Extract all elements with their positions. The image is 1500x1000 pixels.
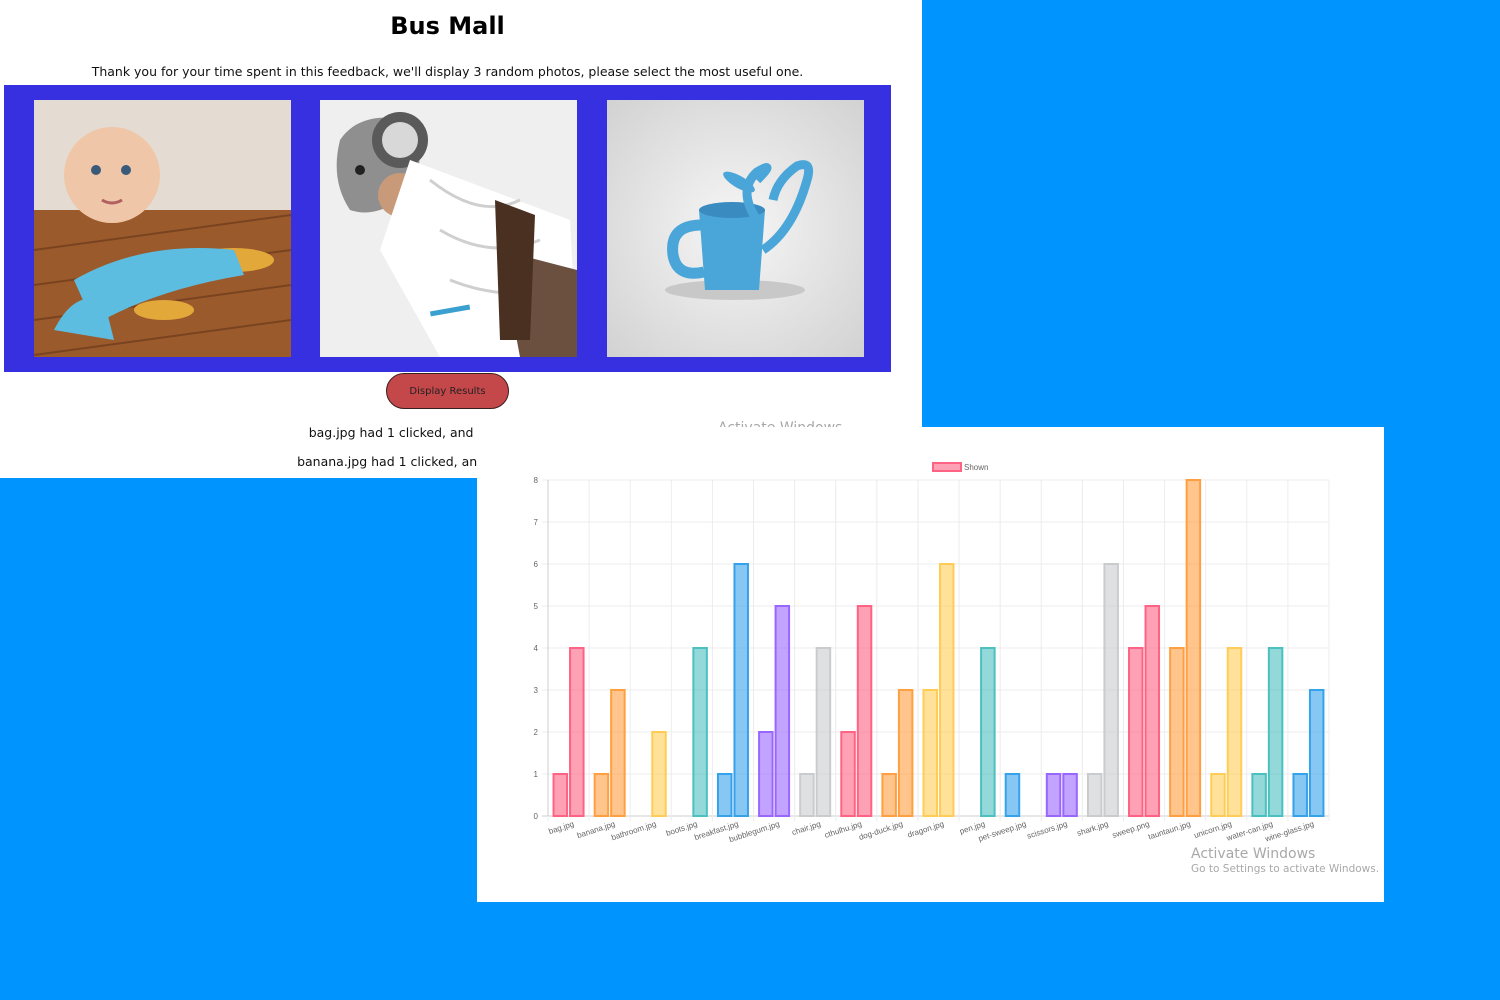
bar-shown — [856, 605, 873, 817]
bar-shown — [733, 563, 749, 817]
bar-clicked — [1045, 773, 1062, 817]
instructions-text: Thank you for your time spent in this fe… — [91, 64, 804, 79]
bar-shown — [569, 647, 585, 817]
bar-shown — [774, 605, 791, 817]
y-tick-label: 7 — [534, 518, 539, 527]
product-photo-middle — [320, 100, 577, 357]
x-tick-label: dog-duck.jpg — [858, 819, 904, 842]
x-tick-label: sweep.png — [1111, 819, 1151, 840]
bar-clicked — [840, 731, 856, 817]
bar-clicked — [1004, 773, 1021, 817]
bar-shown — [939, 563, 955, 817]
bar-clicked — [1210, 773, 1226, 817]
bar-shown — [1185, 479, 1202, 817]
x-tick-label: chair.jpg — [791, 819, 822, 837]
bar-clicked — [881, 773, 897, 817]
y-tick-label: 2 — [534, 728, 539, 737]
x-tick-label: cthulhu.jpg — [823, 819, 863, 840]
bar-shown — [1062, 773, 1078, 817]
bar-shown — [1103, 563, 1119, 817]
bar-shown — [651, 731, 667, 817]
display-results-button[interactable]: Display Results — [386, 373, 509, 409]
x-tick-label: pet-sweep.jpg — [977, 819, 1027, 843]
bar-shown — [692, 647, 708, 817]
bar-shown — [1308, 689, 1325, 817]
product-image-left[interactable] — [34, 100, 291, 357]
product-image-strip — [4, 85, 891, 372]
bar-clicked — [593, 773, 610, 817]
bar-shown — [1226, 647, 1243, 817]
y-tick-label: 0 — [534, 812, 539, 821]
product-photo-right — [607, 100, 864, 357]
app-window: Bus Mall Thank you for your time spent i… — [0, 0, 922, 478]
bar-clicked — [758, 731, 774, 817]
product-image-middle[interactable] — [320, 100, 577, 357]
bar-clicked — [1128, 647, 1144, 817]
bar-shown — [1144, 605, 1161, 817]
bar-clicked — [1169, 647, 1185, 817]
x-tick-label: dragon.jpg — [906, 819, 945, 839]
bar-clicked — [922, 689, 938, 817]
y-tick-label: 5 — [534, 602, 539, 611]
x-tick-label: shark.jpg — [1076, 819, 1110, 838]
bar-shown — [1267, 647, 1284, 817]
bar-shown — [815, 647, 832, 817]
bar-clicked — [552, 773, 569, 817]
y-tick-label: 6 — [534, 560, 539, 569]
x-tick-label: bag.jpg — [547, 819, 575, 836]
chart-window: 0 1 2 3 4 5 6 7 8 bag.jpg banana.jpg bathroom.jpg bo… — [477, 427, 1384, 902]
watermark-subtitle: Go to Settings to activate Windows. — [1191, 863, 1380, 875]
bar-clicked — [799, 773, 815, 817]
activate-windows-watermark: Activate Windows Go to Settings to activ… — [1191, 846, 1379, 875]
x-tick-label: tauntaun.jpg — [1147, 819, 1192, 841]
watermark-title: Activate Windows — [1191, 846, 1316, 862]
results-bar-chart: 012345678bag.jpg banana.jpgbathroom.jpg bo… — [534, 462, 1330, 844]
product-photo-left — [34, 100, 291, 357]
bar-shown — [610, 689, 626, 817]
legend-swatch-shown — [932, 462, 962, 472]
x-tick-label: bathroom.jpg — [610, 819, 657, 842]
bar-shown — [897, 689, 914, 817]
legend-label-shown: Shown — [964, 463, 988, 472]
x-tick-label: scissors.jpg — [1026, 819, 1069, 840]
y-tick-label: 4 — [534, 644, 539, 653]
bar-shown — [980, 647, 996, 817]
bar-clicked — [716, 773, 733, 817]
page-title: Bus Mall — [390, 12, 505, 40]
y-tick-label: 8 — [534, 476, 539, 485]
bar-clicked — [1251, 773, 1267, 817]
product-image-right[interactable] — [607, 100, 864, 357]
y-tick-label: 3 — [534, 686, 539, 695]
y-tick-label: 1 — [534, 770, 539, 779]
bar-clicked — [1086, 773, 1103, 817]
bar-clicked — [1292, 773, 1308, 817]
